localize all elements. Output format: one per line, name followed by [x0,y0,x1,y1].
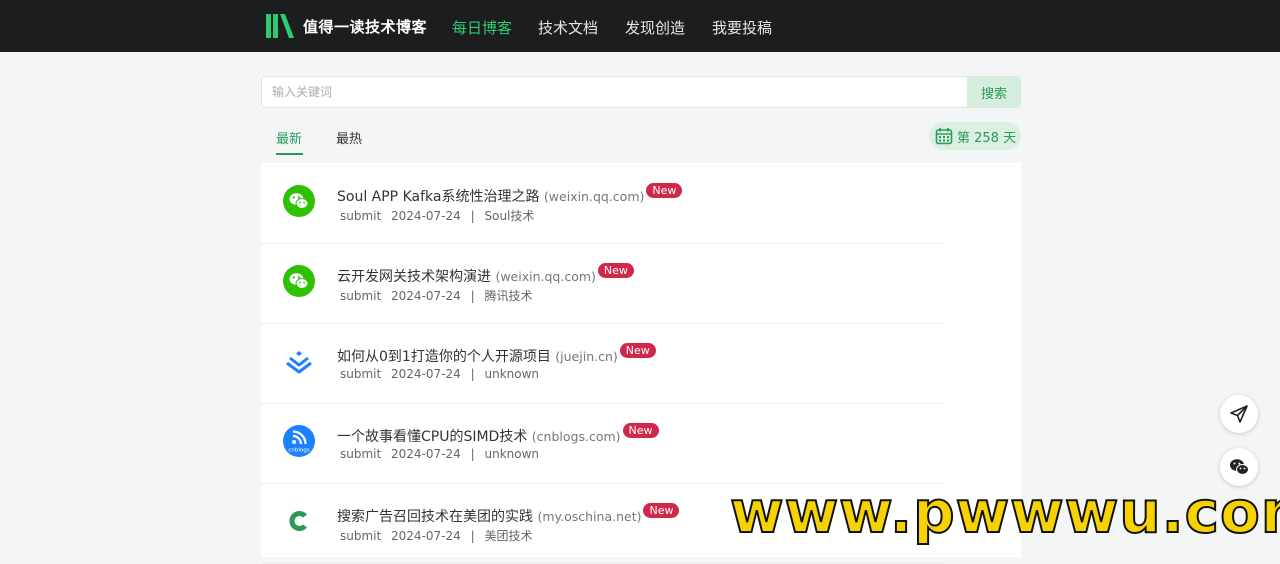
new-badge: New [622,423,659,438]
article-title[interactable]: 一个故事看懂CPU的SIMD技术 [337,429,527,445]
cnblogs-icon-label: cnblogs [288,448,309,454]
article-domain: (my.oschina.net) [537,509,642,524]
article-title-link[interactable]: 搜索广告召回技术在美团的实践 (my.oschina.net) New [337,503,680,526]
search-button[interactable]: 搜索 [967,76,1021,108]
article-date: 2024-07-24 [391,447,461,461]
share-button[interactable] [1220,395,1258,433]
watermark-text: www.pwwwu.com [729,478,1280,546]
new-badge: New [619,343,656,358]
day-counter-badge: 第 258 天 [929,122,1021,150]
article-domain: (cnblogs.com) [531,429,621,444]
article-title[interactable]: Soul APP Kafka系统性治理之路 [337,189,539,205]
day-counter-text: 第 258 天 [957,130,1017,146]
article-date: 2024-07-24 [391,209,461,223]
search-box [261,76,968,108]
article-source[interactable]: unknown [484,367,539,381]
article-author[interactable]: submit [340,367,381,381]
article-title-link[interactable]: 一个故事看懂CPU的SIMD技术 (cnblogs.com) New [337,423,659,446]
oschina-icon [284,506,314,536]
article-title[interactable]: 如何从0到1打造你的个人开源项目 [337,349,551,365]
article-source[interactable]: unknown [484,447,539,461]
meta-separator: | [470,367,475,381]
juejin-icon [286,351,312,374]
meta-separator: | [470,447,475,461]
article-author[interactable]: submit [340,529,381,543]
new-badge: New [646,183,683,198]
article-author[interactable]: submit [340,289,381,303]
article-title-link[interactable]: 云开发网关技术架构演进 (weixin.qq.com) New [337,263,634,286]
new-badge: New [643,503,680,518]
article-domain: (weixin.qq.com) [495,269,596,284]
article-title[interactable]: 搜索广告召回技术在美团的实践 [337,509,533,525]
send-icon [1230,405,1248,423]
calendar-icon [935,128,953,145]
meta-separator: | [470,289,475,303]
article-source[interactable]: Soul技术 [484,209,534,223]
article-source[interactable]: 美团技术 [484,529,532,543]
search-input[interactable] [262,77,967,107]
article-title-link[interactable]: Soul APP Kafka系统性治理之路 (weixin.qq.com) New [337,183,683,206]
tab-latest[interactable]: 最新 [276,128,302,147]
site-logo-icon[interactable] [266,12,294,40]
nav-daily-blog[interactable]: 每日博客 [452,17,512,38]
list-item[interactable]: Soul APP Kafka系统性治理之路 (weixin.qq.com) New… [261,163,944,244]
cnblogs-icon: cnblogs [283,425,315,457]
wechat-icon [283,265,315,297]
article-domain: (juejin.cn) [555,349,618,364]
nav-discover[interactable]: 发现创造 [625,17,685,38]
nav-tech-docs[interactable]: 技术文档 [538,17,598,38]
active-tab-indicator [276,153,303,155]
meta-separator: | [470,209,475,223]
article-meta: submit 2024-07-24 | unknown [340,447,545,461]
article-date: 2024-07-24 [391,367,461,381]
nav-submit[interactable]: 我要投稿 [712,17,772,38]
article-meta: submit 2024-07-24 | Soul技术 [340,207,540,224]
article-date: 2024-07-24 [391,289,461,303]
site-brand[interactable]: 值得一读技术博客 [303,16,427,37]
article-meta: submit 2024-07-24 | 美团技术 [340,527,539,544]
article-date: 2024-07-24 [391,529,461,543]
wechat-icon [1230,459,1249,475]
article-meta: submit 2024-07-24 | 腾讯技术 [340,287,539,304]
wechat-icon [283,185,315,217]
article-title-link[interactable]: 如何从0到1打造你的个人开源项目 (juejin.cn) New [337,343,656,366]
article-source[interactable]: 腾讯技术 [484,289,532,303]
article-domain: (weixin.qq.com) [543,189,645,204]
list-item[interactable]: 云开发网关技术架构演进 (weixin.qq.com) New submit 20… [261,243,944,324]
article-author[interactable]: submit [340,447,381,461]
new-badge: New [597,263,634,278]
tab-hot[interactable]: 最热 [336,128,362,147]
list-item[interactable]: cnblogs 一个故事看懂CPU的SIMD技术 (cnblogs.com) Ne… [261,403,944,484]
top-navbar: 值得一读技术博客 每日博客 技术文档 发现创造 我要投稿 [0,0,1280,52]
meta-separator: | [470,529,475,543]
list-item[interactable]: 如何从0到1打造你的个人开源项目 (juejin.cn) New submit 2… [261,323,944,404]
article-meta: submit 2024-07-24 | unknown [340,367,545,381]
article-title[interactable]: 云开发网关技术架构演进 [337,269,491,285]
article-author[interactable]: submit [340,209,381,223]
